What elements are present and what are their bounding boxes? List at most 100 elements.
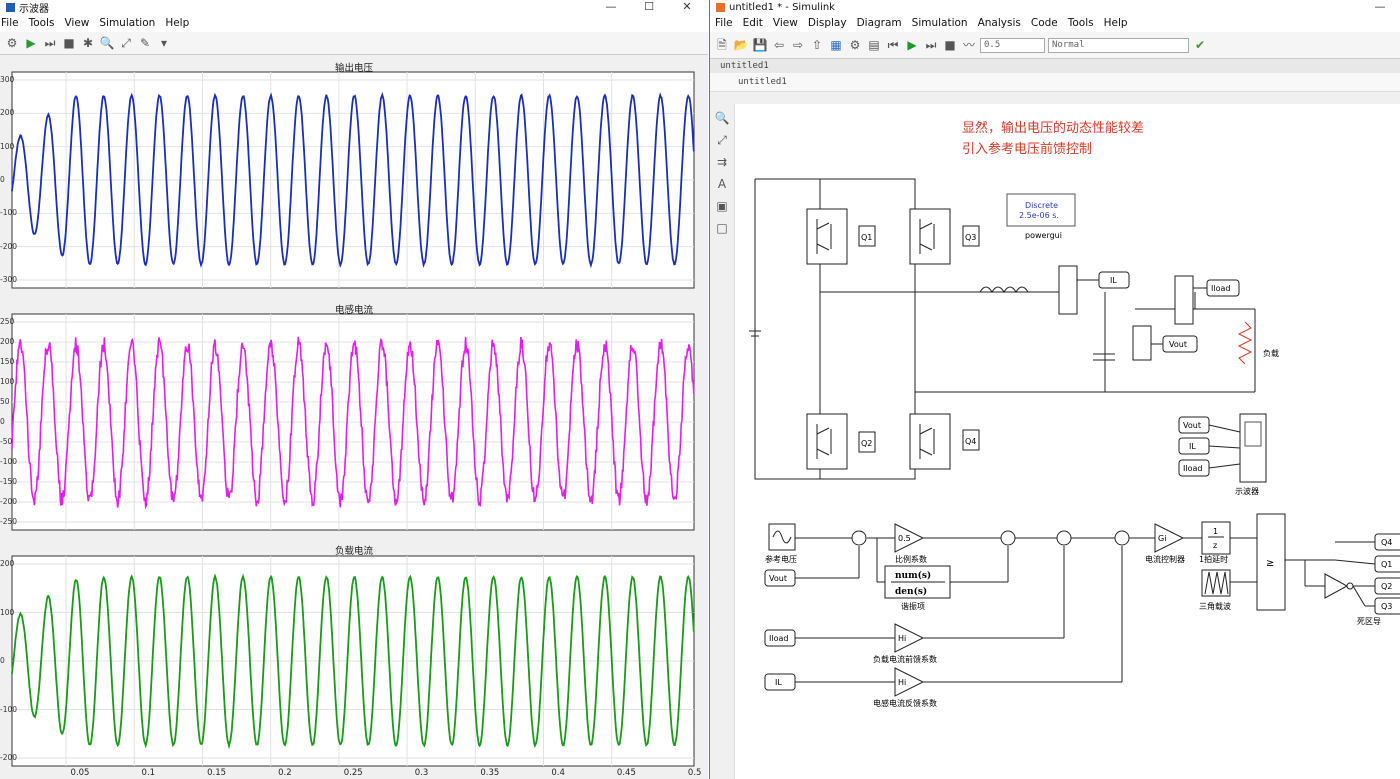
capacitor [1093, 354, 1115, 360]
vout-from-ctrl[interactable]: Vout [765, 570, 795, 586]
stop-icon[interactable]: ■ [942, 37, 958, 53]
area-icon[interactable]: □ [714, 220, 730, 236]
simulink-logo-icon [716, 3, 725, 12]
sim-mode-select[interactable]: Normal [1048, 38, 1189, 53]
fb-label: 电感电流反馈系数 [873, 698, 937, 708]
current-measure-il[interactable]: IL [1059, 266, 1129, 314]
load-resistor[interactable]: 负载 [1239, 322, 1279, 364]
igbt-q4[interactable]: Q4 [910, 414, 979, 469]
y-tick-label: -250 [0, 517, 17, 526]
il-ctrl-label: IL [775, 678, 782, 687]
stop-time-input[interactable]: 0.5 [980, 38, 1045, 53]
sum-1[interactable] [852, 531, 866, 545]
x-tick-label: 0.35 [480, 768, 499, 778]
y-tick-label: -200 [0, 753, 17, 762]
menu-edit[interactable]: Edit [738, 17, 768, 29]
relational-operator[interactable]: ≥ [1257, 514, 1285, 610]
model-settings-icon[interactable]: ⚙ [847, 37, 863, 53]
model-tab[interactable]: untitled1 [710, 59, 1400, 73]
y-tick-label: 100 [0, 377, 14, 386]
y-tick-label: 150 [0, 357, 14, 366]
back-icon[interactable]: ⇦ [771, 37, 787, 53]
q4-goto-label: Q4 [1381, 538, 1392, 547]
sum-4[interactable] [1115, 531, 1129, 545]
menu-file[interactable]: File [710, 17, 738, 29]
menu-view[interactable]: View [768, 17, 803, 29]
q4-goto[interactable]: Q4 [1375, 534, 1400, 550]
model-explorer-icon[interactable]: ▤ [866, 37, 882, 53]
powergui-block[interactable]: Discrete 2.5e-06 s. powergui [1007, 194, 1075, 240]
annotation-icon[interactable]: A [714, 176, 730, 192]
igbt-q1[interactable]: Q1 [807, 209, 875, 264]
transfer-function[interactable]: num(s) den(s) 谐振项 [885, 566, 950, 611]
menu-help[interactable]: Help [1099, 17, 1133, 29]
q3-goto[interactable]: Q3 [1375, 598, 1400, 614]
gain-value: 0.5 [898, 534, 911, 543]
iload-goto: Iload [1211, 284, 1230, 293]
y-tick-label: -50 [0, 437, 12, 446]
q1-goto-label: Q1 [1381, 560, 1392, 569]
menu-code[interactable]: Code [1026, 17, 1063, 29]
up-icon[interactable]: ⇧ [809, 37, 825, 53]
menu-tools[interactable]: Tools [1063, 17, 1099, 29]
menu-display[interactable]: Display [803, 17, 852, 29]
fit-view-icon[interactable]: ⤢ [714, 132, 730, 148]
menu-simulation[interactable]: Simulation [907, 17, 973, 29]
run-icon[interactable]: ▶ [904, 37, 920, 53]
deadtime-label: 死区导 [1357, 617, 1381, 626]
menu-analysis[interactable]: Analysis [973, 17, 1026, 29]
igbt-q2[interactable]: Q2 [807, 414, 875, 469]
gain-proportional[interactable]: 0.5 比例系数 [895, 524, 927, 564]
image-icon[interactable]: ▣ [714, 198, 730, 214]
triangle-carrier[interactable]: 三角载波 [1199, 570, 1231, 611]
step-forward-icon[interactable]: ⏭ [923, 37, 939, 53]
y-tick-label: -200 [0, 242, 17, 251]
ref-sine-source[interactable]: 参考电压 [765, 524, 797, 564]
forward-icon[interactable]: ⇨ [790, 37, 806, 53]
gain-feedforward[interactable]: Hi 负载电流前馈系数 [873, 624, 937, 664]
not-gate[interactable] [1325, 574, 1353, 598]
igbt-q3[interactable]: Q3 [910, 209, 979, 264]
arrow-icon[interactable]: ⇉ [714, 154, 730, 170]
gi-controller[interactable]: Gi 电流控制器 [1145, 524, 1185, 564]
data-inspector-icon[interactable]: 〰 [961, 37, 977, 53]
unit-delay[interactable]: 1 z 1拍延时 [1199, 522, 1230, 564]
open-icon[interactable]: 📂 [733, 37, 749, 53]
gain-feedback[interactable]: Hi 电感电流反馈系数 [873, 668, 937, 708]
q2-tag: Q2 [861, 439, 872, 448]
x-tick-label: 0.45 [617, 768, 636, 778]
hi-fb-value: Hi [898, 678, 906, 687]
q2-goto[interactable]: Q2 [1375, 578, 1400, 594]
library-icon[interactable]: ▦ [828, 37, 844, 53]
model-breadcrumb[interactable]: untitled1 [710, 73, 1400, 92]
iload-from-ctrl[interactable]: Iload [765, 630, 795, 646]
zoom-icon[interactable]: 🔍 [714, 110, 730, 126]
menu-diagram[interactable]: Diagram [852, 17, 907, 29]
x-tick-label: 0.5 [688, 768, 702, 778]
y-tick-label: 0 [0, 656, 5, 665]
sum-2[interactable] [1001, 531, 1015, 545]
sim-title: untitled1 * - Simulink [729, 2, 835, 13]
model-canvas[interactable]: 显然，输出电压的动态性能较差 引入参考电压前馈控制 Q1 Q3 Q2 Q4 Di… [735, 104, 1400, 779]
voltage-measure[interactable]: Vout [1133, 326, 1197, 360]
x-tick-label: 0.05 [71, 768, 90, 778]
sim-minimize-button[interactable]: — [1365, 0, 1395, 14]
scope-block[interactable]: 示波器 Vout IL Iload [1179, 414, 1266, 496]
sum-3[interactable] [1057, 531, 1071, 545]
new-model-icon[interactable]: 🗎 [714, 37, 730, 53]
step-back-icon[interactable]: ⏮ [885, 37, 901, 53]
ref-label: 参考电压 [765, 554, 797, 564]
q4-tag: Q4 [965, 437, 976, 446]
y-tick-label: 200 [0, 559, 14, 568]
x-tick-label: 0.3 [415, 768, 429, 778]
model-advisor-icon[interactable]: ✔ [1192, 37, 1208, 53]
breadcrumb-label: untitled1 [738, 77, 787, 87]
delay-label: 1拍延时 [1199, 554, 1228, 564]
il-from-ctrl[interactable]: IL [765, 674, 795, 690]
save-icon[interactable]: 💾 [752, 37, 768, 53]
q1-tag: Q1 [861, 233, 872, 242]
q1-goto[interactable]: Q1 [1375, 556, 1400, 572]
ff-label: 负载电流前馈系数 [873, 654, 937, 664]
current-measure-iload[interactable]: Iload [1175, 276, 1239, 324]
q3-goto-label: Q3 [1381, 602, 1392, 611]
